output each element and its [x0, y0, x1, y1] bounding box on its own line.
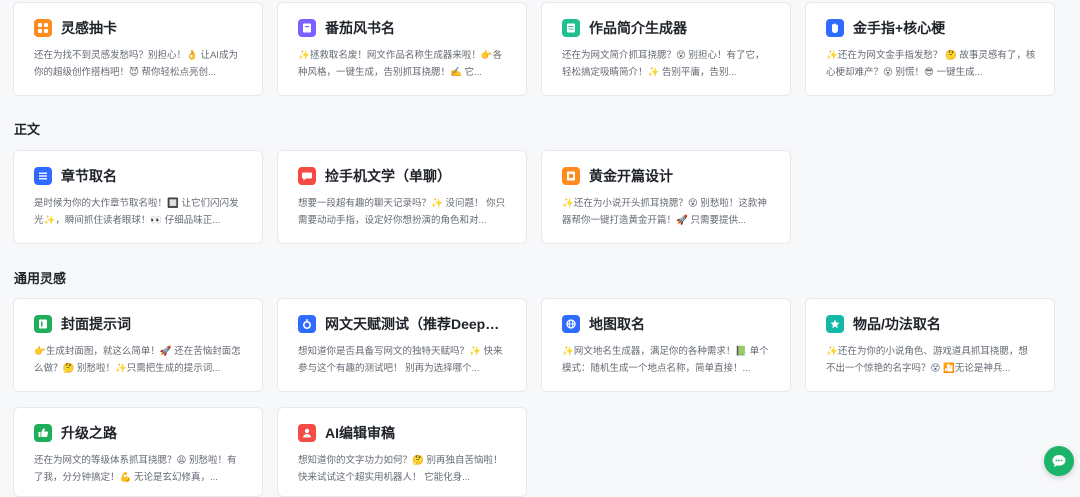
- card-cover-prompt[interactable]: 封面提示词 👉生成封面图，就这么简单！🚀 还在苦恼封面怎么做？🤔 别愁啦！✨只需…: [13, 298, 263, 392]
- card-title: 捡手机文学（单聊）: [325, 168, 451, 184]
- thumb-up-icon: [34, 424, 52, 442]
- card-description: 想知道你是否具备写网文的独特天赋吗？✨ 快来参与这个有趣的测试吧！ 别再为选择哪…: [298, 346, 503, 374]
- card-description: 还在为找不到灵感发愁吗？别担心！👌 让AI成为你的超级创作搭档吧！😈 帮你轻松点…: [34, 50, 238, 78]
- card-description: ✨拯救取名废！网文作品名称生成器来啦！👉各种风格，一键生成，告别抓耳挠腮！✍️ …: [298, 50, 503, 78]
- card-title: 升级之路: [61, 425, 117, 441]
- section-title-general: 通用灵感: [14, 271, 67, 286]
- card-tomato-book-title[interactable]: 番茄风书名 ✨拯救取名废！网文作品名称生成器来啦！👉各种风格，一键生成，告别抓耳…: [277, 2, 527, 96]
- card-item-skill-naming[interactable]: 物品/功法取名 ✨还在为你的小说角色、游戏道具抓耳挠腮，想不出一个惊艳的名字吗？…: [805, 298, 1055, 392]
- card-title: 网文天赋测试（推荐DeepSeek）: [325, 316, 508, 332]
- card-title: 地图取名: [589, 316, 645, 332]
- card-synopsis-generator[interactable]: 作品简介生成器 还在为网文简介抓耳挠腮？😵 别担心！有了它，轻松搞定吸睛简介！✨…: [541, 2, 791, 96]
- list-icon: [34, 167, 52, 185]
- card-phone-chat-literature[interactable]: 捡手机文学（单聊） 想要一段超有趣的聊天记录吗？✨ 没问题！ 你只需要动动手指，…: [277, 150, 527, 244]
- chat-button[interactable]: [1044, 446, 1074, 476]
- card-title: 金手指+核心梗: [853, 20, 946, 36]
- chat-bubble-icon: [1051, 453, 1067, 469]
- hand-icon: [826, 19, 844, 37]
- cover-icon: [34, 315, 52, 333]
- card-title: 物品/功法取名: [853, 316, 941, 332]
- card-description: 是时候为你的大作章节取名啦！🔲 让它们闪闪发光✨，瞬间抓住读者眼球！👀 仔细品味…: [34, 198, 239, 226]
- card-title: 章节取名: [61, 168, 117, 184]
- card-map-naming[interactable]: 地图取名 ✨网文地名生成器，满足你的各种需求！📗 单个模式：随机生成一个地点名称…: [541, 298, 791, 392]
- grid-icon: [34, 19, 52, 37]
- card-title: 封面提示词: [61, 316, 131, 332]
- card-title: 番茄风书名: [325, 20, 395, 36]
- card-title: 灵感抽卡: [61, 20, 117, 36]
- card-description: ✨还在为小说开头抓耳挠腮？😵 别愁啦！这款神器帮你一键打造黄金开篇！🚀 只需要提…: [562, 198, 767, 226]
- card-description: 还在为网文简介抓耳挠腮？😵 别担心！有了它，轻松搞定吸睛简介！✨ 告别平庸，告别…: [562, 50, 765, 78]
- card-talent-test[interactable]: 网文天赋测试（推荐DeepSeek） 想知道你是否具备写网文的独特天赋吗？✨ 快…: [277, 298, 527, 392]
- document-icon: [562, 19, 580, 37]
- card-description: ✨还在为网文金手指发愁？ 🤔 故事灵感有了，核心梗却难产？😵 别慌！😎 一键生成…: [826, 50, 1036, 78]
- card-ai-editor-review[interactable]: AI编辑审稿 想知道你的文字功力如何？🤔 别再独自苦恼啦！快来试试这个超实用机器…: [277, 407, 527, 497]
- card-title: 作品简介生成器: [589, 20, 687, 36]
- card-description: 想要一段超有趣的聊天记录吗？✨ 没问题！ 你只需要动动手指，设定好你想扮演的角色…: [298, 198, 506, 226]
- test-icon: [298, 315, 316, 333]
- book-icon: [298, 19, 316, 37]
- card-description: ✨还在为你的小说角色、游戏道具抓耳挠腮，想不出一个惊艳的名字吗？😵 🎦无论是神兵…: [826, 346, 1028, 374]
- card-description: ✨网文地名生成器，满足你的各种需求！📗 单个模式：随机生成一个地点名称，简单直接…: [562, 346, 769, 374]
- card-golden-finger[interactable]: 金手指+核心梗 ✨还在为网文金手指发愁？ 🤔 故事灵感有了，核心梗却难产？😵 别…: [805, 2, 1055, 96]
- page-icon: [562, 167, 580, 185]
- card-title: AI编辑审稿: [325, 425, 395, 441]
- card-chapter-naming[interactable]: 章节取名 是时候为你的大作章节取名啦！🔲 让它们闪闪发光✨，瞬间抓住读者眼球！👀…: [13, 150, 263, 244]
- card-golden-opening[interactable]: 黄金开篇设计 ✨还在为小说开头抓耳挠腮？😵 别愁啦！这款神器帮你一键打造黄金开篇…: [541, 150, 791, 244]
- card-description: 想知道你的文字功力如何？🤔 别再独自苦恼啦！快来试试这个超实用机器人！ 它能化身…: [298, 455, 503, 483]
- card-inspiration-draw[interactable]: 灵感抽卡 还在为找不到灵感发愁吗？别担心！👌 让AI成为你的超级创作搭档吧！😈 …: [13, 2, 263, 96]
- star-icon: [826, 315, 844, 333]
- chat-icon: [298, 167, 316, 185]
- card-title: 黄金开篇设计: [589, 168, 673, 184]
- card-description: 还在为网文的等级体系抓耳挠腮？😩 别愁啦！有了我，分分钟搞定！💪 无论是玄幻修真…: [34, 455, 237, 483]
- globe-icon: [562, 315, 580, 333]
- card-level-up-path[interactable]: 升级之路 还在为网文的等级体系抓耳挠腮？😩 别愁啦！有了我，分分钟搞定！💪 无论…: [13, 407, 263, 497]
- editor-icon: [298, 424, 316, 442]
- card-description: 👉生成封面图，就这么简单！🚀 还在苦恼封面怎么做？🤔 别愁啦！✨只需把生成的提示…: [34, 346, 241, 374]
- section-title-main-text: 正文: [14, 122, 41, 137]
